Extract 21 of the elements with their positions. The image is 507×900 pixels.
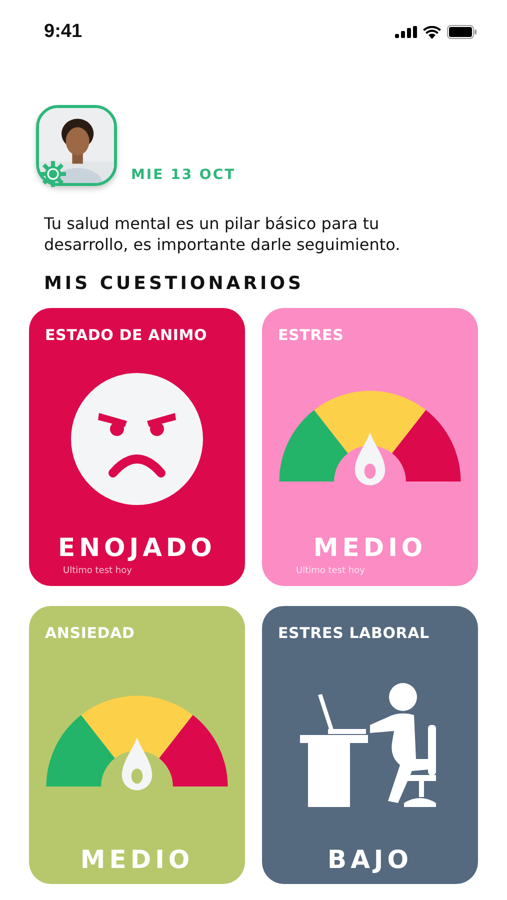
signal-icon (395, 26, 417, 38)
status-time: 9:41 (44, 21, 82, 43)
last-test-note: Ultimo test hoy (63, 566, 132, 576)
battery-icon (447, 25, 477, 39)
result-label: MEDIO (80, 845, 194, 874)
intro-text: Tu salud mental es un pilar básico para tu desarrollo, es importante darle seguimiento. (44, 213, 402, 255)
section-title: MIS CUESTIONARIOS (44, 273, 306, 294)
card-title: ANSIEDAD (45, 624, 135, 642)
angry-face-icon (71, 372, 203, 504)
card-title: ESTADO DE ANIMO (45, 326, 207, 344)
date-label: MIE 13 OCT (131, 167, 236, 185)
card-title: ESTRES (278, 326, 344, 344)
last-test-note: Ultimo test hoy (296, 566, 365, 576)
result-label: BAJO (328, 845, 412, 874)
result-label: ENOJADO (58, 533, 216, 562)
questionnaire-card[interactable]: ESTADO DE ANIMO ENOJADO Ultimo test hoy (29, 308, 245, 586)
wifi-icon (423, 26, 441, 38)
card-title: ESTRES LABORAL (278, 624, 430, 642)
result-label: MEDIO (313, 533, 427, 562)
questionnaire-card[interactable]: ESTRES LABORAL BAJO (262, 606, 478, 884)
sun-icon (40, 161, 66, 187)
